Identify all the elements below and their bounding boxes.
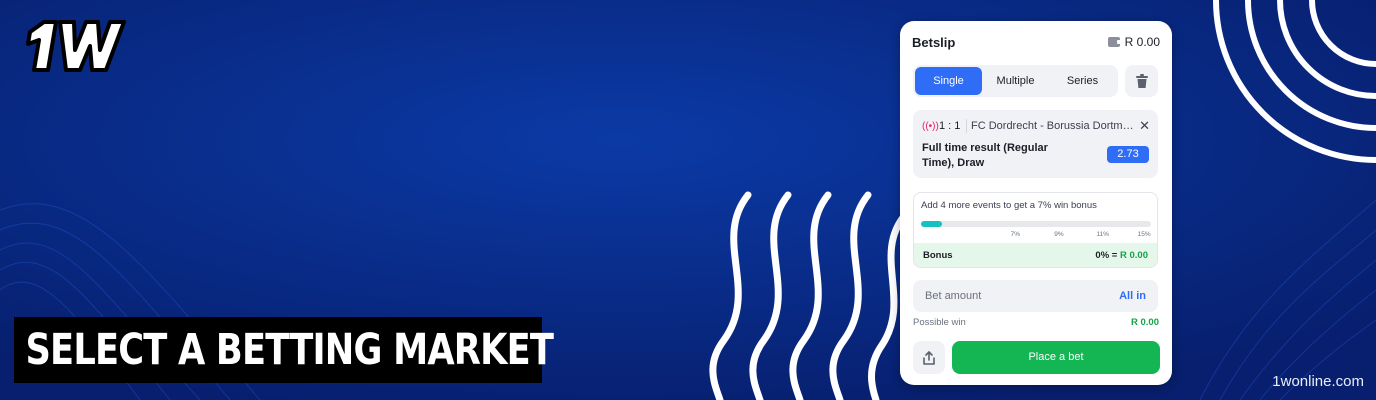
bonus-hint: Add 4 more events to get a 7% win bonus	[921, 200, 1097, 211]
bonus-tick: 11%	[1096, 231, 1109, 238]
share-icon	[923, 350, 935, 365]
bonus-summary-row: Bonus 0% = R 0.00	[914, 243, 1157, 267]
bonus-progress-bar	[921, 221, 1151, 227]
possible-win-value: R 0.00	[1131, 317, 1159, 328]
bonus-tick: 9%	[1054, 231, 1064, 238]
possible-win-label: Possible win	[913, 317, 966, 328]
tab-series[interactable]: Series	[1049, 67, 1116, 95]
tab-single[interactable]: Single	[915, 67, 982, 95]
clear-betslip-button[interactable]	[1125, 65, 1158, 97]
bonus-amount: R 0.00	[1120, 250, 1148, 261]
wallet-icon	[1107, 37, 1121, 47]
betslip-panel: Betslip R 0.00 Single Multiple Series ((…	[900, 21, 1172, 385]
betslip-title: Betslip	[912, 35, 956, 50]
bet-amount-placeholder: Bet amount	[925, 290, 982, 302]
bonus-tick: 15%	[1137, 231, 1151, 238]
site-url: 1wonline.com	[1272, 373, 1364, 390]
divider	[966, 119, 967, 133]
place-bet-button[interactable]: Place a bet	[952, 341, 1160, 374]
bonus-percent: 0%	[1095, 250, 1110, 261]
bonus-value: 0% = R 0.00	[1095, 250, 1148, 261]
bonus-equals: =	[1111, 250, 1118, 261]
remove-event-icon[interactable]: ✕	[1139, 118, 1150, 134]
caption-text: SELECT A BETTING MARKET	[25, 325, 554, 375]
bet-type-tabs: Single Multiple Series	[913, 65, 1118, 97]
share-button[interactable]	[913, 341, 945, 374]
live-icon: ((•))	[922, 121, 939, 132]
event-odds: 2.73	[1107, 146, 1149, 163]
bonus-ticks: 7% 9% 11% 15%	[921, 231, 1151, 241]
balance: R 0.00	[1107, 35, 1160, 49]
event-market: Full time result (Regular Time), Draw	[922, 142, 1048, 169]
caption-banner: SELECT A BETTING MARKET	[14, 317, 554, 383]
balance-value: R 0.00	[1124, 35, 1160, 49]
event-match: FC Dordrecht - Borussia Dortmund	[971, 120, 1137, 132]
bet-amount-input[interactable]: Bet amount All in	[913, 280, 1158, 312]
tab-multiple[interactable]: Multiple	[982, 67, 1049, 95]
bonus-progress-fill	[921, 221, 942, 227]
bet-event-card: ((•)) 1 : 1 FC Dordrecht - Borussia Dort…	[913, 110, 1158, 178]
win-bonus-box: Add 4 more events to get a 7% win bonus …	[913, 192, 1158, 268]
all-in-button[interactable]: All in	[1119, 290, 1146, 302]
event-score: 1 : 1	[939, 120, 961, 132]
bonus-tick: 7%	[1010, 231, 1020, 238]
trash-icon	[1135, 73, 1148, 88]
bonus-label: Bonus	[923, 250, 953, 261]
brand-logo	[26, 20, 126, 72]
